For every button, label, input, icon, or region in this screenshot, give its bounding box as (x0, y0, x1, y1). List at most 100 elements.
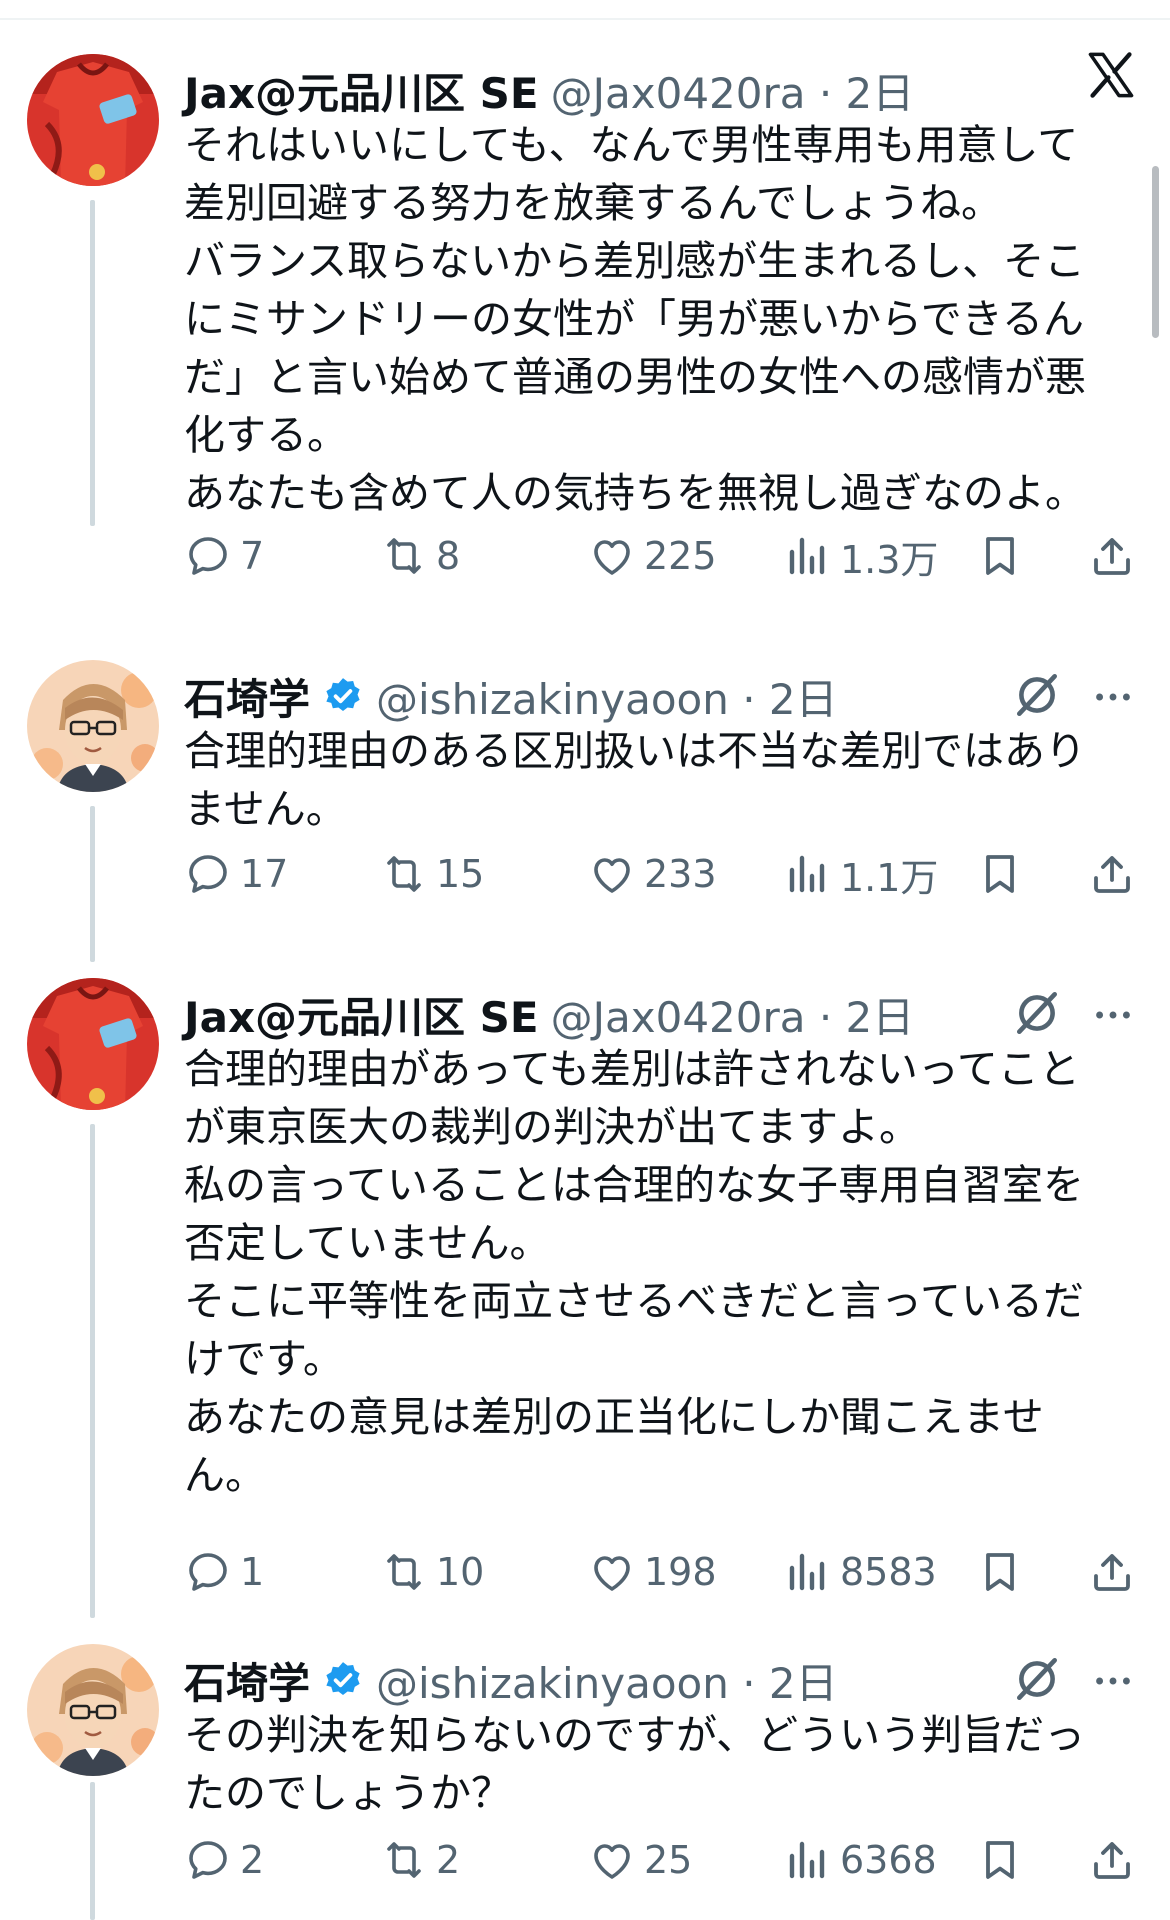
tweet-header: Jax@元品川区 SE @Jax0420ra · 2日 (184, 60, 914, 120)
repost-count: 15 (436, 852, 485, 896)
display-name[interactable]: 石埼学 (184, 1650, 310, 1711)
handle-and-time[interactable]: @ishizakinyaoon · 2日 (376, 1650, 838, 1711)
share-icon (1088, 850, 1136, 898)
x-logo-icon[interactable] (1085, 49, 1137, 101)
handle-and-time[interactable]: @ishizakinyaoon · 2日 (376, 666, 838, 727)
reply-count: 7 (240, 534, 265, 578)
like-count: 198 (644, 1550, 717, 1594)
text-line: 合理的理由のある区別扱いは不当な差別ではあり (184, 727, 1086, 775)
scrollbar[interactable] (1152, 166, 1159, 338)
reply-button[interactable]: 17 (184, 844, 288, 904)
repost-count: 8 (436, 534, 461, 578)
avatar[interactable] (27, 660, 159, 792)
views-button[interactable]: 8583 (784, 1542, 937, 1602)
reply-count: 1 (240, 1550, 265, 1594)
repost-icon (380, 532, 428, 580)
bookmark-icon (976, 850, 1024, 898)
grok-icon[interactable] (1012, 988, 1062, 1038)
display-name[interactable]: Jax@元品川区 SE (184, 60, 539, 121)
display-name[interactable]: 石埼学 (184, 666, 310, 727)
bookmark-button[interactable] (976, 526, 1024, 586)
reply-button[interactable]: 7 (184, 526, 264, 586)
view-count: 1.3万 (840, 537, 939, 582)
thread-connector (90, 200, 95, 526)
views-button[interactable]: 1.3万 (784, 526, 938, 586)
views-icon (784, 1836, 832, 1884)
share-button[interactable] (1088, 1830, 1136, 1890)
handle-and-time[interactable]: @Jax0420ra · 2日 (551, 60, 915, 121)
view-count: 8583 (840, 1550, 937, 1594)
repost-icon (380, 1836, 428, 1884)
reply-icon (184, 1836, 232, 1884)
tweet-text: それはいいにしても、なんで男性専用も用意して 差別回避する努力を放棄するんでしょ… (184, 116, 1124, 522)
text-line: けです。 (184, 1335, 344, 1383)
share-icon (1088, 532, 1136, 580)
verified-badge-icon (322, 1659, 364, 1701)
reply-count: 17 (240, 852, 289, 896)
reply-button[interactable]: 2 (184, 1830, 264, 1890)
repost-count: 2 (436, 1838, 461, 1882)
avatar[interactable] (27, 54, 159, 186)
text-line: そこに平等性を両立させるべきだと言っているだ (184, 1277, 1084, 1325)
text-line: バランス取らないから差別感が生まれるし、そこ (184, 237, 1086, 285)
repost-button[interactable]: 10 (380, 1542, 484, 1602)
like-icon (588, 850, 636, 898)
share-icon (1088, 1548, 1136, 1596)
views-icon (784, 850, 832, 898)
repost-icon (380, 1548, 428, 1596)
repost-button[interactable]: 15 (380, 844, 484, 904)
tweet-header: 石埼学 @ishizakinyaoon · 2日 (184, 1650, 838, 1710)
more-icon[interactable] (1090, 1658, 1136, 1704)
share-button[interactable] (1088, 1542, 1136, 1602)
like-button[interactable]: 233 (588, 844, 717, 904)
like-count: 233 (644, 852, 717, 896)
avatar[interactable] (27, 1644, 159, 1776)
text-line: にミサンドリーの女性が「男が悪いからできるん (184, 295, 1084, 343)
bookmark-icon (976, 1836, 1024, 1884)
text-line: が東京医大の裁判の判決が出てますよ。 (184, 1103, 920, 1151)
share-button[interactable] (1088, 526, 1136, 586)
verified-badge-icon (322, 675, 364, 717)
action-bar: 2 2 25 6368 (184, 1830, 1144, 1890)
grok-icon[interactable] (1012, 670, 1062, 720)
thread-connector (90, 1124, 95, 1618)
views-icon (784, 532, 832, 580)
reply-button[interactable]: 1 (184, 1542, 264, 1602)
like-button[interactable]: 225 (588, 526, 717, 586)
handle-and-time[interactable]: @Jax0420ra · 2日 (551, 984, 915, 1045)
like-button[interactable]: 25 (588, 1830, 692, 1890)
top-divider (0, 18, 1170, 20)
text-line: 合理的理由があっても差別は許されないってこと (184, 1045, 1080, 1093)
text-line: それはいいにしても、なんで男性専用も用意して (184, 121, 1079, 169)
display-name[interactable]: Jax@元品川区 SE (184, 984, 539, 1045)
like-icon (588, 1548, 636, 1596)
action-bar: 1 10 198 8583 (184, 1542, 1144, 1602)
view-count: 6368 (840, 1838, 937, 1882)
grok-icon[interactable] (1012, 1654, 1062, 1704)
text-line: ません。 (184, 785, 347, 833)
tweet-text: 合理的理由があっても差別は許されないってこと が東京医大の裁判の判決が出てますよ… (184, 1040, 1124, 1504)
repost-button[interactable]: 2 (380, 1830, 460, 1890)
like-button[interactable]: 198 (588, 1542, 717, 1602)
views-button[interactable]: 1.1万 (784, 844, 938, 904)
bookmark-button[interactable] (976, 1830, 1024, 1890)
bookmark-button[interactable] (976, 1542, 1024, 1602)
repost-count: 10 (436, 1550, 485, 1594)
action-bar: 7 8 225 1.3万 (184, 526, 1144, 586)
more-icon[interactable] (1090, 674, 1136, 720)
more-icon[interactable] (1090, 992, 1136, 1038)
text-line: 私の言っていることは合理的な女子専用自習室を (184, 1161, 1084, 1209)
view-count: 1.1万 (840, 855, 939, 900)
text-line: 化する。 (184, 411, 348, 459)
thread-connector (90, 1782, 95, 1920)
text-line: だ」と言い始めて普通の男性の女性への感情が悪 (184, 353, 1086, 401)
share-button[interactable] (1088, 844, 1136, 904)
text-line: あなたの意見は差別の正当化にしか聞こえませ (184, 1393, 1044, 1441)
like-icon (588, 1836, 636, 1884)
views-button[interactable]: 6368 (784, 1830, 937, 1890)
repost-button[interactable]: 8 (380, 526, 460, 586)
bookmark-button[interactable] (976, 844, 1024, 904)
like-count: 225 (644, 534, 717, 578)
avatar[interactable] (27, 978, 159, 1110)
views-icon (784, 1548, 832, 1596)
